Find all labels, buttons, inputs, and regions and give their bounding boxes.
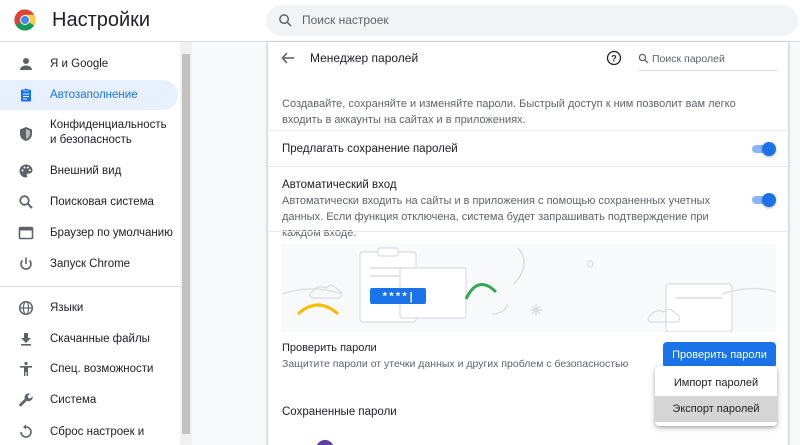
sidebar-item-label: Автозаполнение [50, 89, 138, 101]
back-arrow-icon[interactable] [280, 50, 296, 66]
sidebar-item-label: Языки [50, 302, 84, 314]
browser-icon [18, 226, 34, 240]
sidebar-item-label: Поисковая система [50, 196, 154, 208]
toggle-knob [762, 193, 776, 207]
offer-save-label: Предлагать сохранение паролей [282, 143, 458, 155]
sidebar-item-on-startup[interactable]: Запуск Chrome [0, 249, 178, 279]
clipboard-icon [21, 88, 31, 102]
password-search-placeholder: Поиск паролей [652, 53, 725, 65]
sidebar-item-appearance[interactable]: Внешний вид [0, 156, 178, 186]
offer-save-toggle[interactable] [750, 142, 776, 156]
sidebar-item-label: Запуск Chrome [50, 258, 131, 270]
sidebar-item-label: Сброс настроек и [50, 426, 145, 438]
app-header: Настройки Поиск настроек [0, 0, 800, 42]
chrome-logo-icon [14, 9, 36, 31]
sidebar-item-autofill[interactable]: Автозаполнение [0, 80, 178, 110]
divider [268, 231, 788, 232]
wrench-icon [19, 393, 33, 407]
page-title: Настройки [52, 9, 151, 31]
settings-search-placeholder: Поиск настроек [302, 13, 389, 27]
settings-search-input[interactable]: Поиск настроек [266, 5, 798, 36]
svg-text:?: ? [611, 53, 617, 63]
sidebar: Я и Google Автозаполнение Конфиденциальн… [0, 42, 180, 445]
sidebar-scrollbar[interactable] [180, 42, 192, 445]
sidebar-item-privacy[interactable]: Конфиденциальность и безопасность [0, 116, 178, 152]
sidebar-item-you-and-google[interactable]: Я и Google [0, 49, 178, 79]
person-icon [20, 58, 32, 70]
sidebar-divider [0, 286, 180, 287]
check-passwords-description: Защитите пароли от утечки данных и други… [282, 358, 629, 370]
check-passwords-title: Проверить пароли [282, 342, 377, 354]
sidebar-item-languages[interactable]: Языки [0, 293, 178, 323]
shield-icon [20, 127, 32, 141]
search-icon [638, 53, 649, 64]
palette-icon [19, 164, 33, 178]
sidebar-item-default-browser[interactable]: Браузер по умолчанию [0, 218, 178, 248]
sidebar-item-label: Система [50, 394, 97, 406]
sidebar-item-label: Скачанные файлы [50, 333, 150, 345]
password-check-illustration: ****| [282, 244, 776, 332]
divider [268, 130, 788, 131]
sidebar-item-accessibility[interactable]: Спец. возможности [0, 354, 178, 384]
search-icon [279, 14, 292, 27]
download-icon [21, 333, 31, 346]
avatar [316, 440, 334, 445]
menu-item-import-passwords[interactable]: Импорт паролей [655, 370, 777, 396]
help-icon[interactable]: ? [606, 50, 622, 66]
reset-icon [20, 424, 32, 438]
toggle-knob [762, 142, 776, 156]
saved-passwords-title: Сохраненные пароли [282, 406, 397, 418]
power-icon [20, 257, 32, 270]
password-manager-description: Создавайте, сохраняйте и изменяйте парол… [282, 98, 736, 126]
password-actions-menu: Импорт паролей Экспорт паролей [655, 366, 777, 426]
check-passwords-button[interactable]: Проверить пароли [663, 342, 776, 368]
sidebar-item-label: Конфиденциальность и безопасность [50, 119, 167, 146]
auto-signin-description: Автоматически входить на сайты и в прило… [282, 195, 711, 239]
sidebar-item-system[interactable]: Система [0, 385, 178, 415]
menu-item-export-passwords[interactable]: Экспорт паролей [655, 396, 777, 422]
password-search-input[interactable]: Поиск паролей [638, 49, 778, 71]
sidebar-item-label: Браузер по умолчанию [50, 227, 173, 239]
sidebar-item-downloads[interactable]: Скачанные файлы [0, 324, 178, 354]
accessibility-icon [20, 361, 32, 376]
divider [268, 166, 788, 167]
sidebar-item-label: Спец. возможности [50, 363, 154, 375]
scrollbar-thumb[interactable] [182, 54, 190, 434]
search-icon [19, 195, 33, 209]
sidebar-item-search-engine[interactable]: Поисковая система [0, 187, 178, 217]
sidebar-item-label: Внешний вид [50, 165, 122, 177]
sidebar-item-reset[interactable]: Сброс настроек и [0, 417, 178, 445]
sidebar-item-label: Я и Google [50, 58, 109, 70]
auto-signin-label: Автоматический вход [282, 179, 397, 191]
globe-icon [18, 300, 34, 316]
password-mask-text: ****| [381, 292, 414, 304]
illustration-graphic: ****| [282, 247, 776, 332]
auto-signin-toggle[interactable] [750, 193, 776, 207]
password-manager-title: Менеджер паролей [310, 51, 419, 65]
